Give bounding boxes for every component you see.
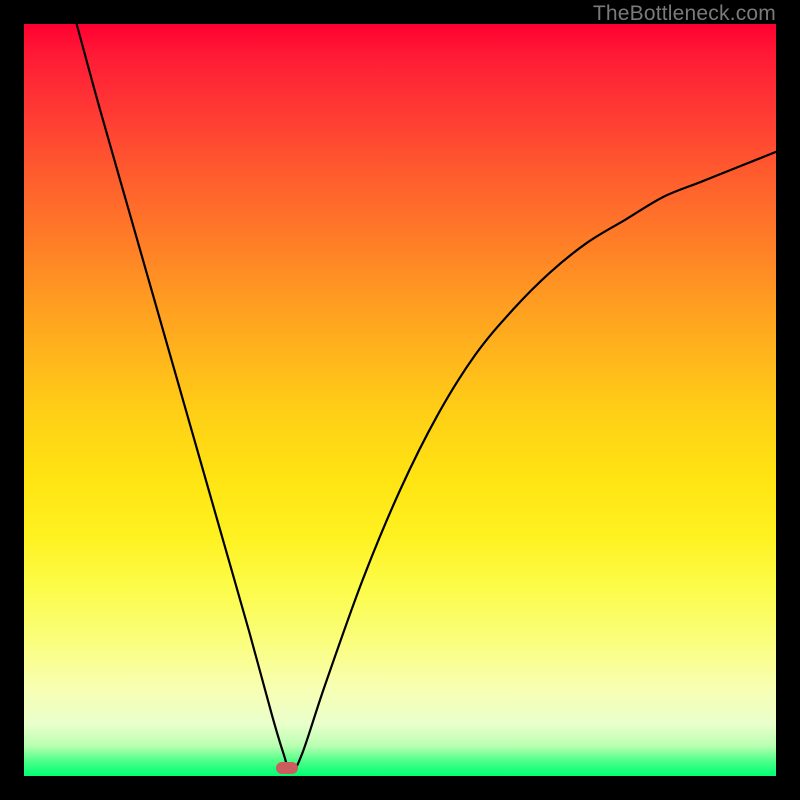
sweet-spot-marker [276,762,298,774]
bottleneck-curve [24,24,776,776]
chart-area [24,24,776,776]
curve-path [77,24,776,772]
watermark-text: TheBottleneck.com [593,2,776,26]
